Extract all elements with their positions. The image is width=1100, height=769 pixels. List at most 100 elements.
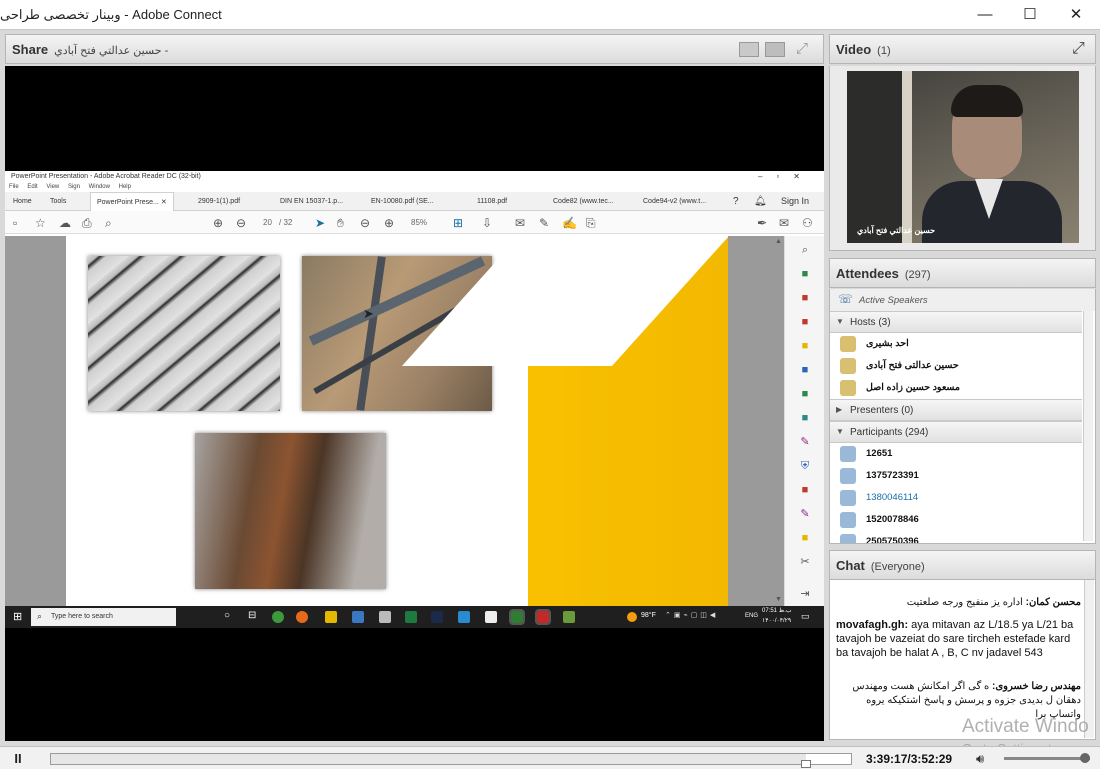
layout-single-icon[interactable] — [739, 42, 759, 57]
zoom-out-icon[interactable]: ⊖ — [360, 216, 370, 230]
notifications-icon[interactable]: ▭ — [801, 611, 810, 622]
task-view-icon[interactable]: ⊟ — [248, 610, 256, 621]
scroll-up-icon[interactable]: ▲ — [775, 238, 782, 245]
help-icon[interactable]: ? — [733, 192, 739, 211]
clock-date[interactable]: ۱۴۰۰/۰۴/۲۹ — [762, 617, 791, 624]
tab-document-active[interactable]: PowerPoint Prese... ✕ — [90, 192, 174, 211]
scroll-down-icon[interactable]: ▼ — [775, 596, 782, 603]
scan-icon[interactable]: ■ — [799, 412, 811, 424]
zoom-search-icon[interactable]: ⌕ — [105, 216, 112, 231]
minimize-button[interactable]: — — [973, 4, 997, 26]
protect-icon[interactable]: ⛨ — [799, 460, 811, 472]
fit-page-icon[interactable]: ⊞ — [453, 216, 463, 230]
host-row[interactable]: مسعود حسین زاده اصل — [830, 377, 1082, 399]
print-icon[interactable]: ⎙ — [82, 216, 92, 231]
organize-pages-icon[interactable]: ■ — [799, 388, 811, 400]
certificates-icon[interactable]: ■ — [799, 532, 811, 544]
notepad-icon[interactable] — [485, 611, 497, 623]
collapsed-triangle-icon[interactable]: ▶ — [836, 405, 842, 414]
mail-icon[interactable]: ✉ — [779, 216, 789, 230]
save-icon[interactable]: ▫ — [13, 216, 17, 230]
host-row[interactable]: احد بشیری — [830, 333, 1082, 355]
tab-home[interactable]: Home — [13, 192, 32, 211]
fill-sign-tool-icon[interactable]: ✎ — [799, 436, 811, 448]
page-up-icon[interactable]: ⊕ — [213, 216, 223, 230]
attendees-scrollbar[interactable] — [1083, 311, 1093, 541]
comment-tool-icon[interactable]: ■ — [799, 340, 811, 352]
pen-icon[interactable]: ✎ — [539, 216, 549, 230]
tray-icons[interactable]: ⌃▣⌁▢◫◀ — [665, 611, 718, 619]
upload-icon[interactable]: ☁︎ — [59, 216, 71, 230]
send-for-signature-icon[interactable]: ✎ — [799, 508, 811, 520]
tab-document[interactable]: 11108.pdf — [477, 192, 507, 211]
scroll-mode-icon[interactable]: ⇩ — [482, 216, 492, 230]
zoom-level[interactable]: 85% — [411, 218, 427, 227]
tab-document[interactable]: Code82 (www.tec... — [553, 192, 614, 211]
tab-document[interactable]: 2909-1(1).pdf — [198, 192, 240, 211]
print-production-icon[interactable]: ■ — [799, 484, 811, 496]
export-pdf-icon[interactable]: ■ — [799, 268, 811, 280]
zoom-in-icon[interactable]: ⊕ — [384, 216, 394, 230]
expand-triangle-icon[interactable]: ▼ — [836, 427, 844, 436]
edit-pdf-icon[interactable]: ■ — [799, 316, 811, 328]
cortana-icon[interactable]: ○ — [224, 610, 230, 621]
menu-file[interactable]: File — [9, 184, 19, 190]
star-icon[interactable]: ☆ — [35, 216, 46, 230]
zoom-tool-icon[interactable]: ⌕ — [799, 244, 811, 256]
volume-icon[interactable]: 🔊︎ — [976, 751, 984, 767]
hand-icon[interactable]: ✋︎ — [337, 216, 344, 231]
sign-in-link[interactable]: Sign In — [781, 192, 809, 211]
volume-knob[interactable] — [1079, 753, 1090, 763]
timeline-thumb[interactable] — [801, 760, 812, 768]
participant-row[interactable]: 1520078846 — [830, 509, 1082, 531]
fullscreen-icon[interactable]: ⤢ — [796, 40, 808, 57]
menu-view[interactable]: View — [46, 184, 59, 190]
tab-document[interactable]: Code94-v2 (www.t... — [643, 192, 706, 211]
combine-files-icon[interactable]: ■ — [799, 364, 811, 376]
close-button[interactable]: ✕ — [1064, 4, 1088, 26]
participant-row[interactable]: 1380046114 — [830, 487, 1082, 509]
playback-timeline[interactable] — [50, 753, 852, 768]
presenters-group[interactable]: ▶ Presenters (0) — [830, 399, 1082, 421]
bell-icon[interactable]: 🔔︎ — [754, 192, 767, 211]
tab-document[interactable]: EN-10080.pdf (SE... — [371, 192, 434, 211]
outlook-icon[interactable] — [352, 611, 364, 623]
acrobat-active-icon[interactable] — [535, 609, 551, 625]
chat-scrollbar[interactable] — [1084, 580, 1094, 738]
host-row[interactable]: حسین عدالتی فتح آبادی — [830, 355, 1082, 377]
page-number[interactable]: 20 — [263, 218, 272, 227]
menu-window[interactable]: Window — [89, 184, 110, 190]
page-down-icon[interactable]: ⊖ — [236, 216, 246, 230]
pause-button[interactable]: II — [8, 751, 28, 767]
excel-icon[interactable] — [405, 611, 417, 623]
stamp-icon[interactable]: ⎘ — [586, 216, 596, 231]
participant-row[interactable]: 2505750396 — [830, 531, 1082, 543]
layout-wide-icon[interactable] — [765, 42, 785, 57]
share-user-icon[interactable]: ⚇ — [802, 216, 813, 230]
menu-sign[interactable]: Sign — [68, 184, 80, 190]
more-tools-icon[interactable]: ✂ — [799, 556, 811, 568]
expand-triangle-icon[interactable]: ▼ — [836, 317, 844, 326]
app-grid-icon[interactable] — [563, 611, 575, 623]
taskbar-search[interactable]: Type here to search — [31, 608, 176, 626]
firefox-icon[interactable] — [296, 611, 308, 623]
hosts-group[interactable]: ▼ Hosts (3) — [830, 311, 1082, 333]
chrome-icon[interactable] — [272, 611, 284, 623]
clock-time[interactable]: 07:51 ب.ظ — [762, 607, 792, 614]
file-explorer-icon[interactable] — [325, 611, 337, 623]
sign-icon[interactable]: ✍ — [562, 216, 577, 230]
acrobat-window-controls[interactable]: –▫✕ — [758, 171, 814, 182]
tab-document[interactable]: DIN EN 15037-1.p... — [280, 192, 343, 211]
maximize-button[interactable]: ☐ — [1018, 4, 1042, 26]
menu-help[interactable]: Help — [119, 184, 131, 190]
skype-icon[interactable] — [458, 611, 470, 623]
photoshop-icon[interactable] — [431, 611, 443, 623]
participant-row[interactable]: 1375723391 — [830, 465, 1082, 487]
calculator-icon[interactable] — [379, 611, 391, 623]
excel-active-icon[interactable] — [509, 609, 525, 625]
volume-slider[interactable] — [1004, 753, 1090, 763]
language-indicator[interactable]: ENG — [745, 613, 758, 619]
create-pdf-icon[interactable]: ■ — [799, 292, 811, 304]
tab-tools[interactable]: Tools — [50, 192, 66, 211]
participants-group[interactable]: ▼ Participants (294) — [830, 421, 1082, 443]
